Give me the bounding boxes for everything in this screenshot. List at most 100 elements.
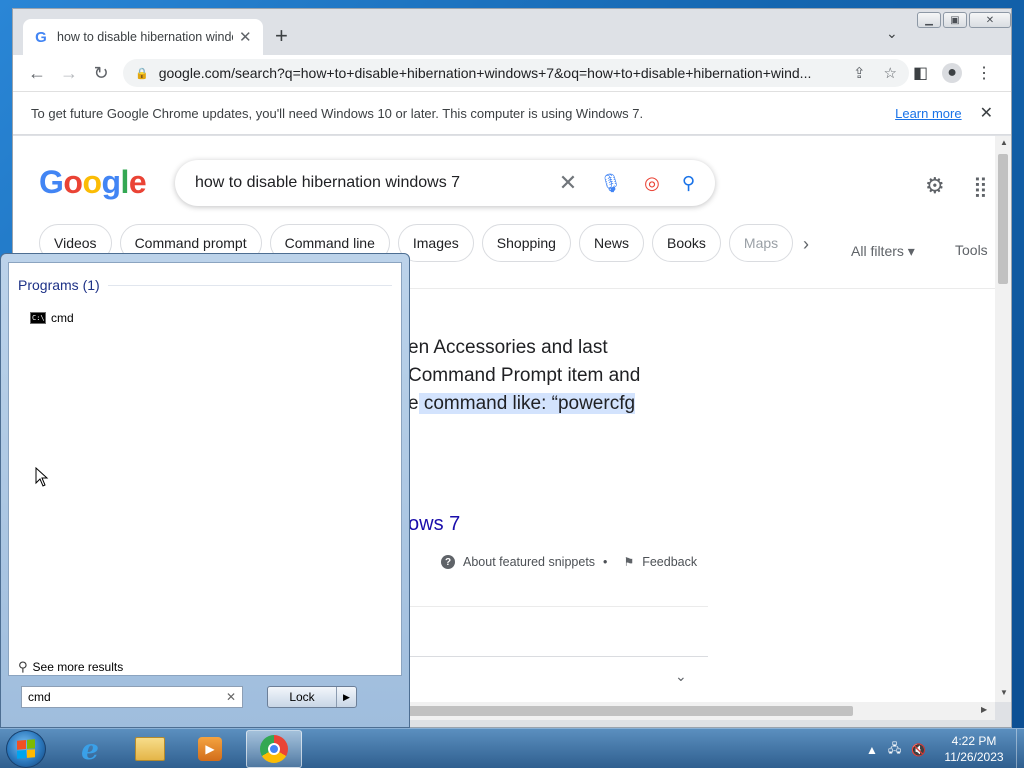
system-clock[interactable]: 4:22 PM 11/26/2023 xyxy=(938,733,1010,765)
program-name: cmd xyxy=(51,311,74,325)
volume-muted-icon[interactable]: 🔇 xyxy=(911,743,926,757)
folder-icon xyxy=(135,737,165,761)
infobar-close-icon[interactable]: ✕ xyxy=(980,103,993,123)
taskbar-google-chrome[interactable] xyxy=(246,730,302,768)
search-icon[interactable]: ⚲ xyxy=(682,173,695,194)
search-query[interactable]: how to disable hibernation windows 7 xyxy=(195,174,537,192)
mouse-cursor-icon xyxy=(35,467,49,487)
vertical-scroll-thumb[interactable] xyxy=(998,154,1008,284)
close-window-button[interactable]: ✕ xyxy=(969,12,1011,28)
divider xyxy=(408,656,708,657)
divider xyxy=(107,284,392,286)
featured-result-link[interactable]: ows 7 xyxy=(408,513,460,536)
logo-letter: l xyxy=(120,164,130,200)
google-apps-icon[interactable]: ⣿ xyxy=(973,174,988,199)
chips-next-arrow-icon[interactable]: › xyxy=(803,234,809,255)
media-player-icon: ▶ xyxy=(198,737,222,761)
snippet-line: e command like: “powercfg xyxy=(408,390,708,418)
start-search-input[interactable] xyxy=(28,690,226,704)
tab-google-search[interactable]: G how to disable hibernation windo ✕ xyxy=(23,19,263,55)
lock-label: Lock xyxy=(289,690,315,704)
chip-maps[interactable]: Maps xyxy=(728,224,794,262)
bookmark-star-icon[interactable]: ☆ xyxy=(884,64,897,82)
learn-more-link[interactable]: Learn more xyxy=(895,106,961,121)
taskbar-internet-explorer[interactable]: e xyxy=(62,730,118,768)
back-button[interactable]: ← xyxy=(21,63,53,84)
google-logo[interactable]: Google xyxy=(39,164,147,201)
taskbar-media-player[interactable]: ▶ xyxy=(182,730,238,768)
side-panel-icon[interactable]: ◧ xyxy=(913,63,928,83)
logo-letter: e xyxy=(128,164,147,200)
logo-letter: o xyxy=(82,164,102,200)
infobar-message: To get future Google Chrome updates, you… xyxy=(31,105,644,121)
start-button[interactable] xyxy=(6,730,46,768)
clock-time: 4:22 PM xyxy=(951,734,997,748)
start-menu-results-pane: Programs (1) C:\ cmd ⚲ See more results xyxy=(8,262,402,676)
taskbar-windows-explorer[interactable] xyxy=(122,730,178,768)
minimize-button[interactable]: ▁ xyxy=(917,12,941,28)
show-desktop-button[interactable] xyxy=(1016,729,1024,768)
tab-search-dropdown-icon[interactable]: ⌄ xyxy=(886,25,898,42)
google-search-box[interactable]: how to disable hibernation windows 7 ✕ 🎙… xyxy=(175,160,715,206)
forward-button[interactable]: → xyxy=(53,63,85,84)
start-search-box[interactable]: ✕ xyxy=(21,686,243,708)
tools-button[interactable]: Tools xyxy=(955,242,988,258)
cmd-icon: C:\ xyxy=(30,312,46,324)
voice-search-icon[interactable]: 🎙 xyxy=(599,173,622,194)
settings-gear-icon[interactable]: ⚙ xyxy=(925,173,945,199)
chrome-icon xyxy=(260,735,288,763)
all-filters-dropdown[interactable]: All filters ▾ xyxy=(851,243,915,260)
tab-close-icon[interactable]: ✕ xyxy=(239,28,252,46)
snippet-footer: ? About featured snippets • ⚑ Feedback xyxy=(441,555,697,569)
window-controls: ▁ ▣ ✕ xyxy=(917,12,1011,28)
clear-search-icon[interactable]: ✕ xyxy=(226,690,236,704)
dropdown-caret-icon: ▾ xyxy=(907,243,915,259)
horizontal-scroll-thumb[interactable] xyxy=(408,706,853,716)
chip-shopping[interactable]: Shopping xyxy=(481,224,571,262)
internet-explorer-icon: e xyxy=(81,732,99,766)
share-icon[interactable]: ⇪ xyxy=(853,64,866,82)
profile-avatar-icon[interactable]: ● xyxy=(942,63,963,83)
help-icon: ? xyxy=(441,555,455,569)
scroll-down-icon[interactable]: ▼ xyxy=(1000,688,1008,697)
snippet-line: en Accessories and last xyxy=(408,337,608,358)
snippet-highlight: command like: “powercfg xyxy=(418,393,636,414)
lens-search-icon[interactable]: ◎ xyxy=(644,173,660,194)
chrome-menu-icon[interactable]: ⋮ xyxy=(976,63,992,83)
update-infobar: To get future Google Chrome updates, you… xyxy=(13,91,1011,135)
chip-books[interactable]: Books xyxy=(651,224,721,262)
address-url[interactable]: google.com/search?q=how+to+disable+hiber… xyxy=(159,65,835,81)
divider xyxy=(408,606,708,607)
programs-section: Programs (1) xyxy=(18,277,392,293)
lock-icon[interactable]: 🔒 xyxy=(135,67,149,80)
system-tray: ▲ 🖧 🔇 xyxy=(866,739,926,760)
address-bar[interactable]: 🔒 google.com/search?q=how+to+disable+hib… xyxy=(123,59,909,87)
see-more-label: See more results xyxy=(32,660,124,674)
clear-search-icon[interactable]: ✕ xyxy=(559,170,577,196)
network-icon[interactable]: 🖧 xyxy=(888,739,901,760)
scroll-right-icon[interactable]: ▶ xyxy=(981,705,987,714)
feedback-icon: ⚑ xyxy=(623,555,635,569)
show-hidden-icons-icon[interactable]: ▲ xyxy=(866,743,878,757)
restore-button[interactable]: ▣ xyxy=(943,12,967,28)
taskbar: e ▶ ▲ 🖧 🔇 4:22 PM 11/26/2023 xyxy=(0,728,1024,768)
featured-snippet-text: en Accessories and last Command Prompt i… xyxy=(408,334,708,418)
logo-letter: g xyxy=(101,164,121,200)
expand-chevron-down-icon[interactable]: ⌄ xyxy=(675,668,687,685)
windows-logo-icon xyxy=(17,739,35,759)
about-featured-snippets-link[interactable]: About featured snippets xyxy=(463,555,595,569)
reload-button[interactable]: ↻ xyxy=(85,63,117,84)
feedback-link[interactable]: Feedback xyxy=(642,555,697,569)
see-more-results-link[interactable]: ⚲ See more results xyxy=(18,659,123,675)
tab-strip: G how to disable hibernation windo ✕ + ⌄… xyxy=(13,9,1011,55)
program-result-cmd[interactable]: C:\ cmd xyxy=(30,311,74,325)
snippet-line: Command Prompt item and xyxy=(408,365,641,386)
lock-button[interactable]: Lock ▶ xyxy=(267,686,357,708)
toolbar-right-actions: ◧ ● ⋮ xyxy=(913,63,992,83)
new-tab-button[interactable]: + xyxy=(275,23,288,49)
vertical-scrollbar[interactable]: ▲ ▼ xyxy=(995,136,1011,702)
chip-news[interactable]: News xyxy=(578,224,644,262)
clock-date: 11/26/2023 xyxy=(944,750,1004,764)
scroll-up-icon[interactable]: ▲ xyxy=(1000,138,1008,147)
shutdown-options-arrow-icon[interactable]: ▶ xyxy=(336,687,356,707)
